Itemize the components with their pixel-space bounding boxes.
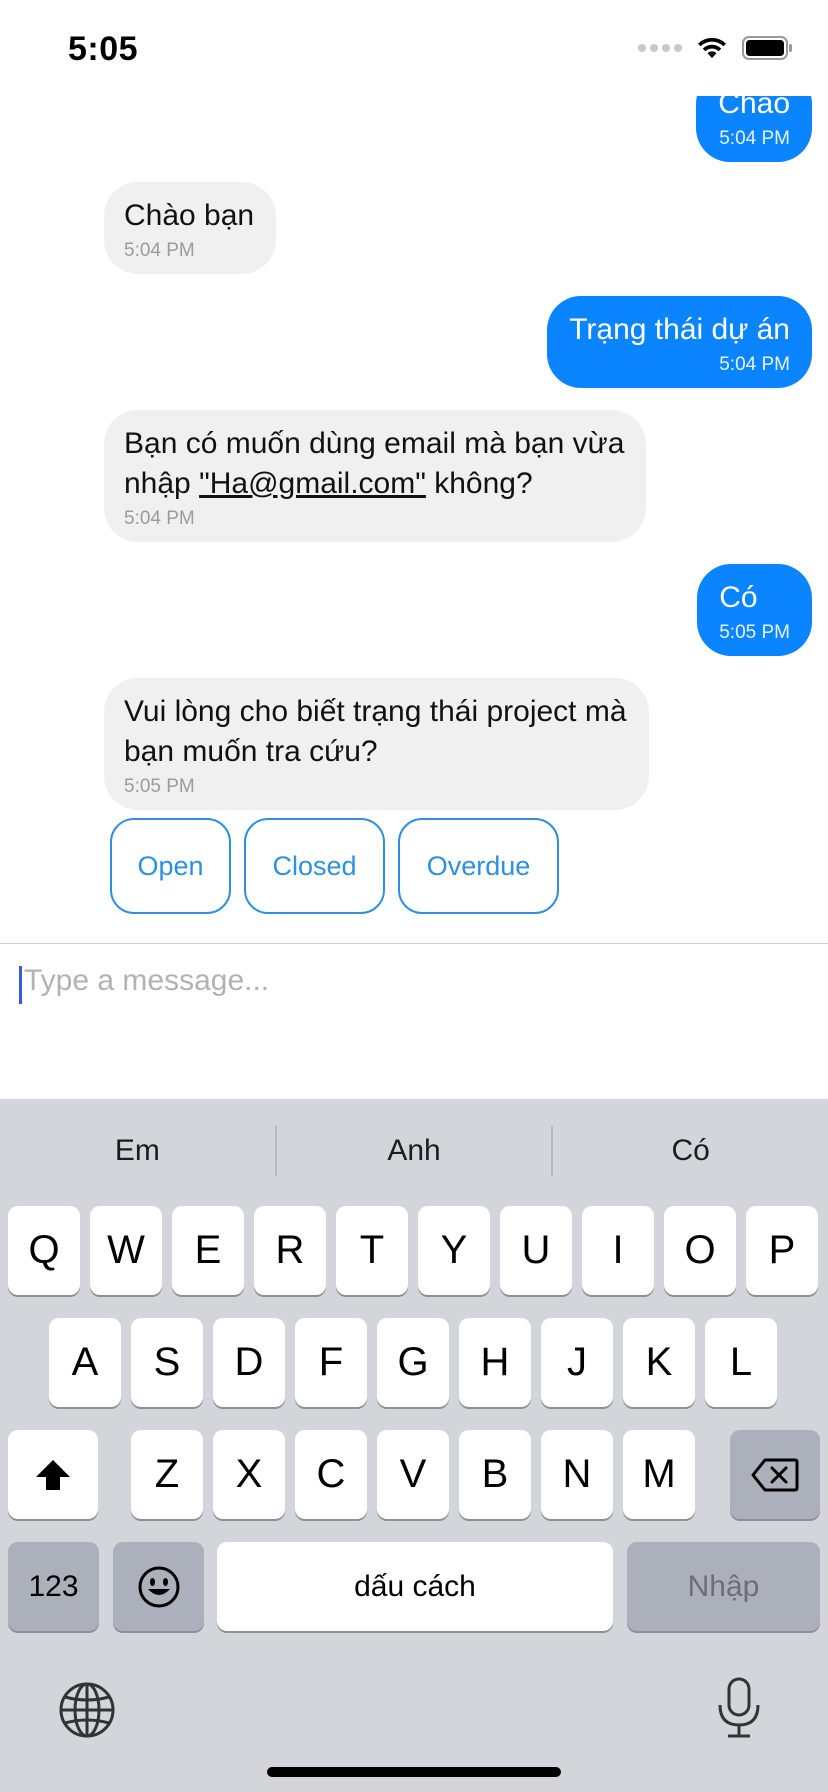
numbers-key[interactable]: 123 <box>8 1542 99 1631</box>
key-g[interactable]: G <box>377 1318 449 1407</box>
status-time: 5:05 <box>68 30 139 68</box>
key-f[interactable]: F <box>295 1318 367 1407</box>
backspace-icon <box>751 1458 799 1491</box>
message-text-part: không? <box>425 467 533 500</box>
message-input-placeholder: Type a message... <box>24 964 270 997</box>
key-l[interactable]: L <box>705 1318 777 1407</box>
message-time: 5:05 PM <box>124 776 195 797</box>
message-input[interactable]: Type a message... <box>0 944 828 1099</box>
space-key[interactable]: dấu cách <box>217 1542 613 1631</box>
message-text: Chào bạn <box>124 199 255 232</box>
wifi-icon <box>696 36 728 60</box>
message-text: Có <box>719 581 758 614</box>
chat-message-list[interactable]: Chào 5:04 PM Chào bạn 5:04 PM Trạng thái… <box>0 0 828 942</box>
backspace-key[interactable] <box>730 1430 820 1519</box>
key-h[interactable]: H <box>459 1318 531 1407</box>
key-c[interactable]: C <box>295 1430 367 1519</box>
text-cursor <box>19 966 22 1004</box>
bot-message-bubble: Bạn có muốn dùng email mà bạn vừa nhập "… <box>104 410 647 542</box>
key-q[interactable]: Q <box>8 1206 80 1295</box>
key-m[interactable]: M <box>623 1430 695 1519</box>
globe-icon[interactable] <box>58 1681 116 1739</box>
shift-arrow-icon <box>36 1459 70 1490</box>
key-n[interactable]: N <box>541 1430 613 1519</box>
user-message-bubble: Có 5:05 PM <box>697 564 812 656</box>
message-text: Bạn có muốn dùng email mà bạn vừa nhập "… <box>124 424 624 504</box>
keyboard-suggestions: Em Anh Có <box>0 1099 828 1203</box>
key-v[interactable]: V <box>377 1430 449 1519</box>
key-t[interactable]: T <box>336 1206 408 1295</box>
key-z[interactable]: Z <box>131 1430 203 1519</box>
key-e[interactable]: E <box>172 1206 244 1295</box>
message-text: Vui lòng cho biết trạng thái project mà … <box>124 695 627 768</box>
keyboard: Em Anh Có Q W E R T Y U I O P A S D F G … <box>0 1099 828 1792</box>
cellular-signal-icon <box>638 44 682 52</box>
message-time: 5:04 PM <box>124 240 195 261</box>
key-i[interactable]: I <box>582 1206 654 1295</box>
key-s[interactable]: S <box>131 1318 203 1407</box>
message-time: 5:04 PM <box>719 354 790 375</box>
email-link[interactable]: "Ha@gmail.com" <box>199 467 426 500</box>
suggestion-item[interactable]: Em <box>0 1134 275 1168</box>
user-message-bubble: Trạng thái dự án 5:04 PM <box>547 296 812 388</box>
key-y[interactable]: Y <box>418 1206 490 1295</box>
quick-reply-closed[interactable]: Closed <box>244 818 385 914</box>
key-d[interactable]: D <box>213 1318 285 1407</box>
battery-icon <box>742 36 794 60</box>
suggestion-item[interactable]: Có <box>553 1134 828 1168</box>
key-w[interactable]: W <box>90 1206 162 1295</box>
suggestion-item[interactable]: Anh <box>277 1134 552 1168</box>
bot-message-bubble: Chào bạn 5:04 PM <box>104 182 277 274</box>
home-indicator[interactable] <box>267 1767 561 1777</box>
key-p[interactable]: P <box>746 1206 818 1295</box>
key-b[interactable]: B <box>459 1430 531 1519</box>
key-j[interactable]: J <box>541 1318 613 1407</box>
message-time: 5:04 PM <box>124 508 195 529</box>
key-x[interactable]: X <box>213 1430 285 1519</box>
quick-reply-overdue[interactable]: Overdue <box>398 818 559 914</box>
key-u[interactable]: U <box>500 1206 572 1295</box>
key-a[interactable]: A <box>49 1318 121 1407</box>
status-bar: 5:05 <box>0 0 828 96</box>
quick-reply-open[interactable]: Open <box>110 818 231 914</box>
shift-key[interactable] <box>8 1430 98 1519</box>
return-key[interactable]: Nhập <box>627 1542 820 1631</box>
message-time: 5:05 PM <box>719 622 790 643</box>
bot-message-bubble: Vui lòng cho biết trạng thái project mà … <box>104 678 649 810</box>
quick-replies: Open Closed Overdue <box>110 818 559 914</box>
emoji-key[interactable] <box>113 1542 204 1631</box>
key-o[interactable]: O <box>664 1206 736 1295</box>
key-k[interactable]: K <box>623 1318 695 1407</box>
message-time: 5:04 PM <box>719 128 790 149</box>
microphone-icon[interactable] <box>716 1677 762 1739</box>
message-text: Trạng thái dự án <box>569 313 790 346</box>
emoji-icon <box>138 1566 179 1607</box>
key-r[interactable]: R <box>254 1206 326 1295</box>
status-indicators <box>638 36 794 60</box>
